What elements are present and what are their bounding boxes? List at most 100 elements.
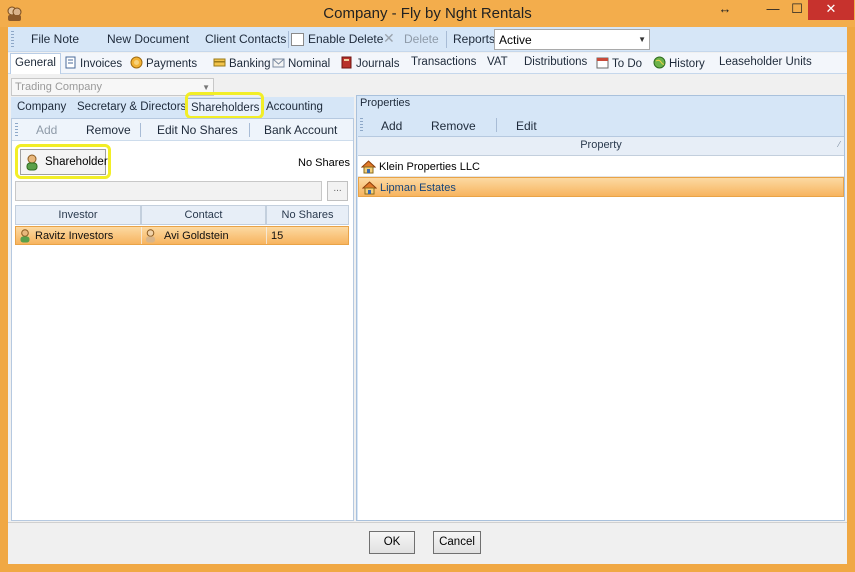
resize-icon[interactable]: ↔ bbox=[712, 0, 738, 20]
close-button[interactable]: ✕ bbox=[808, 0, 854, 20]
company-subtabs: Company Secretary & Directors Shareholde… bbox=[11, 92, 354, 119]
toolbar-separator bbox=[446, 31, 447, 48]
cancel-button[interactable]: Cancel bbox=[433, 531, 481, 554]
nav-tab-row: General Invoices Payments Banking Nomina… bbox=[8, 53, 847, 74]
add-shareholder-button[interactable]: Add bbox=[36, 123, 57, 137]
chevron-down-icon[interactable]: ▼ bbox=[638, 35, 646, 44]
tab-nominal-label: Nominal bbox=[288, 58, 331, 70]
contact-cell: Avi Goldstein bbox=[164, 230, 229, 242]
tab-vat[interactable]: VAT bbox=[487, 56, 508, 68]
main-toolbar: File Note New Document Client Contacts E… bbox=[8, 27, 847, 52]
tab-journals[interactable]: Journals bbox=[340, 56, 399, 70]
minimize-button[interactable]: — bbox=[760, 0, 786, 20]
shareholders-panel: Add Remove Edit No Shares Bank Account S… bbox=[11, 118, 354, 521]
tab-to-do-label: To Do bbox=[612, 58, 643, 70]
column-resize-icon[interactable]: ⁄ bbox=[839, 140, 840, 149]
delete-button[interactable]: Delete bbox=[404, 32, 439, 46]
column-header-no-shares[interactable]: No Shares bbox=[266, 205, 349, 225]
tab-distributions[interactable]: Distributions bbox=[524, 56, 587, 68]
company-type-value: Trading Company bbox=[15, 81, 103, 93]
app-window: Company - Fly by Nght Rentals ↔ — ☐ ✕ Fi… bbox=[0, 0, 855, 572]
maximize-button[interactable]: ☐ bbox=[786, 0, 808, 20]
list-item[interactable]: Klein Properties LLC bbox=[358, 157, 844, 177]
remove-property-button[interactable]: Remove bbox=[431, 119, 476, 133]
properties-grid: Property ⁄ Klein Properties LLC Lipman E… bbox=[358, 136, 844, 520]
column-header-property-label: Property bbox=[580, 139, 622, 151]
file-note-button[interactable]: File Note bbox=[31, 32, 79, 46]
column-divider bbox=[266, 227, 267, 244]
column-header-property[interactable]: Property ⁄ bbox=[358, 137, 844, 156]
globe-icon bbox=[653, 56, 666, 69]
subtab-secretary-directors[interactable]: Secretary & Directors bbox=[77, 101, 186, 113]
property-name: Klein Properties LLC bbox=[379, 161, 480, 173]
contact-person-icon bbox=[146, 229, 155, 243]
shares-cell: 15 bbox=[271, 230, 284, 242]
reports-button[interactable]: Reports bbox=[453, 32, 495, 46]
status-select[interactable]: Active ▼ bbox=[494, 29, 650, 50]
bank-account-button[interactable]: Bank Account bbox=[264, 123, 337, 137]
chevron-down-icon[interactable]: ▼ bbox=[202, 83, 210, 92]
enable-delete-label[interactable]: Enable Delete bbox=[308, 32, 383, 46]
browse-button[interactable]: ... bbox=[327, 181, 348, 201]
toolbar-separator bbox=[140, 123, 141, 137]
client-area: File Note New Document Client Contacts E… bbox=[8, 27, 847, 564]
edit-no-shares-button[interactable]: Edit No Shares bbox=[157, 123, 238, 137]
edit-property-button[interactable]: Edit bbox=[516, 119, 537, 133]
tab-banking[interactable]: Banking bbox=[213, 56, 271, 70]
status-select-value: Active bbox=[499, 33, 532, 47]
list-item[interactable]: Lipman Estates bbox=[358, 177, 844, 197]
toolbar-grip[interactable] bbox=[15, 123, 18, 137]
column-divider bbox=[141, 227, 142, 244]
toolbar-separator bbox=[288, 31, 289, 48]
invoice-icon bbox=[65, 56, 76, 69]
table-row[interactable]: Ravitz Investors Avi Goldstein 15 bbox=[15, 226, 349, 245]
person-icon bbox=[20, 229, 30, 243]
new-document-button[interactable]: New Document bbox=[107, 32, 189, 46]
properties-toolbar: Add Remove Edit bbox=[358, 114, 844, 136]
enable-delete-checkbox[interactable] bbox=[291, 33, 304, 46]
column-header-contact[interactable]: Contact bbox=[141, 205, 266, 225]
toolbar-separator bbox=[249, 123, 250, 137]
house-icon bbox=[361, 160, 376, 174]
tab-to-do[interactable]: To Do bbox=[596, 56, 642, 70]
calendar-icon bbox=[596, 57, 609, 69]
column-header-investor[interactable]: Investor bbox=[15, 205, 141, 225]
title-bar[interactable]: Company - Fly by Nght Rentals ↔ — ☐ ✕ bbox=[0, 0, 855, 27]
tab-history[interactable]: History bbox=[653, 56, 705, 70]
shareholder-button-highlight bbox=[15, 144, 111, 179]
toolbar-separator bbox=[496, 118, 497, 132]
client-contacts-button[interactable]: Client Contacts bbox=[205, 32, 286, 46]
book-icon bbox=[341, 56, 352, 69]
no-shares-label: No Shares bbox=[298, 157, 350, 169]
toolbar-grip[interactable] bbox=[11, 31, 14, 48]
dialog-footer: OK Cancel bbox=[8, 522, 847, 564]
toolbar-grip[interactable] bbox=[360, 118, 363, 132]
tab-invoices-label: Invoices bbox=[80, 58, 123, 70]
tab-nominal[interactable]: Nominal bbox=[272, 56, 330, 70]
ok-button[interactable]: OK bbox=[369, 531, 415, 554]
subtab-company[interactable]: Company bbox=[17, 101, 66, 113]
properties-title: Properties bbox=[360, 97, 411, 109]
house-icon bbox=[362, 181, 377, 195]
envelope-icon bbox=[272, 58, 285, 68]
tab-payments-label: Payments bbox=[146, 58, 198, 70]
tab-invoices[interactable]: Invoices bbox=[64, 56, 122, 70]
properties-panel: Properties Add Remove Edit Property ⁄ Kl… bbox=[356, 95, 845, 521]
card-icon bbox=[213, 58, 226, 67]
subtab-accounting[interactable]: Accounting bbox=[266, 101, 323, 113]
tab-leaseholder-units[interactable]: Leaseholder Units bbox=[719, 56, 812, 68]
tab-payments[interactable]: Payments bbox=[130, 56, 197, 70]
company-type-select[interactable]: Trading Company ▼ bbox=[11, 78, 214, 96]
tab-journals-label: Journals bbox=[356, 58, 400, 70]
delete-x-icon: ✕ bbox=[383, 30, 395, 46]
shareholder-text-field[interactable] bbox=[15, 181, 322, 201]
investor-cell: Ravitz Investors bbox=[35, 230, 114, 242]
property-name: Lipman Estates bbox=[380, 182, 456, 194]
tab-banking-label: Banking bbox=[229, 58, 271, 70]
remove-shareholder-button[interactable]: Remove bbox=[86, 123, 131, 137]
tab-general[interactable]: General bbox=[10, 53, 61, 74]
coins-icon bbox=[130, 56, 143, 69]
add-property-button[interactable]: Add bbox=[381, 119, 402, 133]
shareholders-tab-highlight bbox=[185, 92, 264, 119]
tab-transactions[interactable]: Transactions bbox=[411, 56, 476, 68]
